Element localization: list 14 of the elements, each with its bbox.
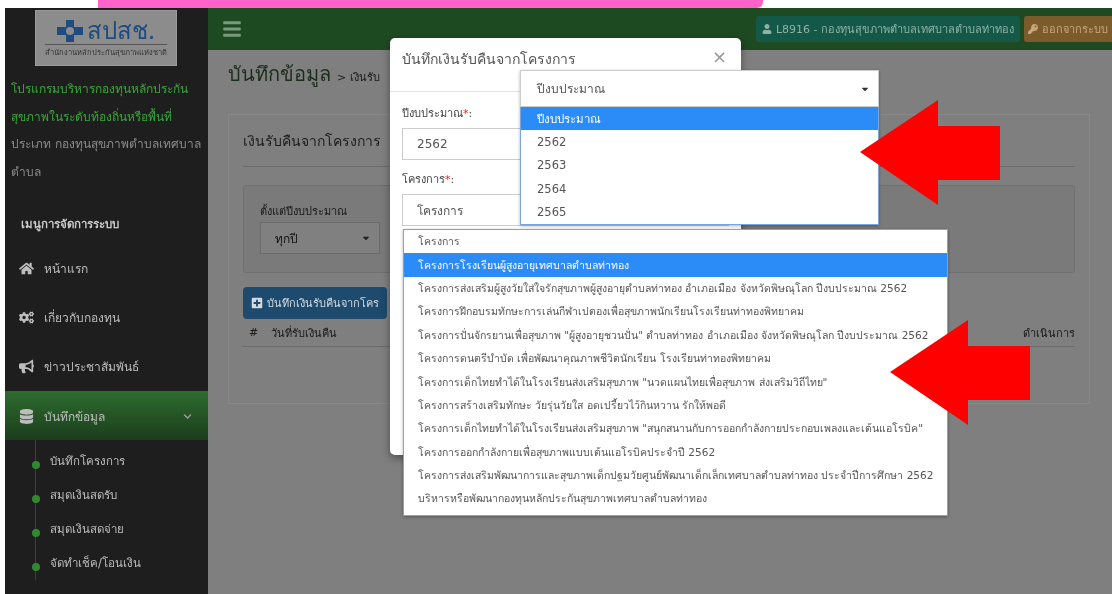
column-header: # bbox=[249, 326, 260, 339]
program-title: โปรแกรมบริหารกองทุนหลักประกัน bbox=[11, 81, 189, 99]
menu-heading: เมนูการจัดการระบบ bbox=[21, 216, 120, 232]
program-title: สุขภาพในระดับท้องถิ่นหรือพื้นที่ bbox=[11, 107, 173, 127]
field-label: โครงการ*: bbox=[402, 171, 455, 188]
logo-name: สปสช. bbox=[86, 18, 156, 43]
column-header: ดำเนินการ bbox=[1023, 325, 1075, 342]
filter-label: ตั้งแต่ปีงบประมาณ bbox=[260, 203, 347, 220]
modal-title: บันทึกเงินรับคืนจากโครงการ bbox=[402, 50, 576, 69]
breadcrumb: > เงินรับ bbox=[337, 70, 380, 86]
fund-type-text: ประเภท กองทุนสุขภาพตำบลเทศบาล bbox=[11, 136, 202, 154]
fund-type-text: ตำบล bbox=[11, 163, 42, 181]
column-header: วันที่รับเงินคืน bbox=[271, 324, 337, 342]
page-title: บันทึกข้อมูล bbox=[228, 61, 331, 89]
